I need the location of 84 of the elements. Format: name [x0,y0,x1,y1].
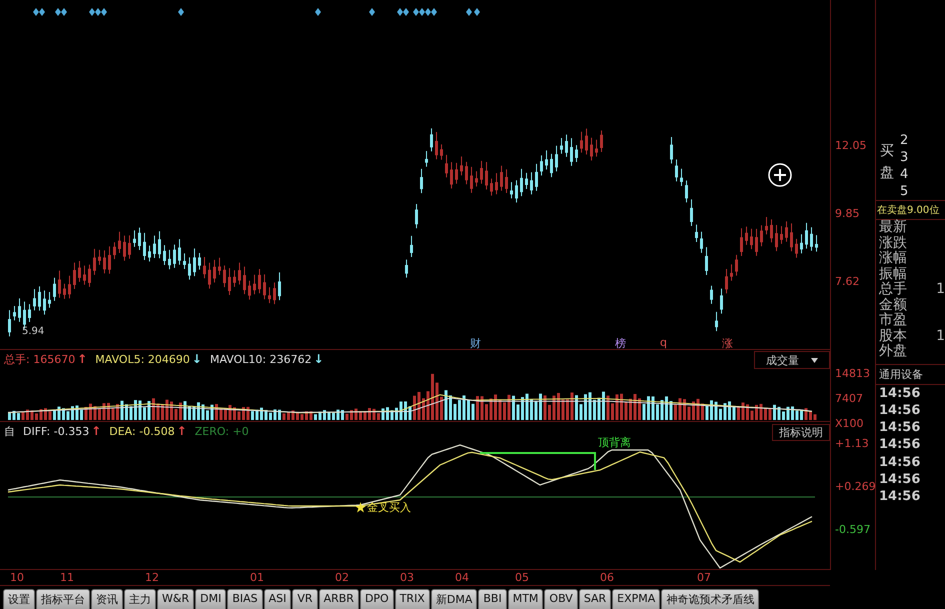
divergence-label: 顶背离 [598,435,631,450]
indicator-tab[interactable]: 新DMA [430,589,478,609]
buy-signal-label: 金叉买入 [367,500,411,515]
indicator-tab[interactable]: SAR [578,589,612,609]
date-label: 04 [455,571,469,584]
indicator-tab[interactable]: DMI [195,589,226,609]
trade-time: 14:56 [878,436,922,454]
order-level: 3 [900,149,908,166]
date-label: 07 [697,571,711,584]
axis-label: +0.269 [835,480,875,493]
indicator-reading: ZERO: +0 [194,424,249,438]
industry-label: 通用设备 [876,364,945,384]
date-label: 12 [145,571,159,584]
event-marker: 财 [470,336,481,351]
event-marker: q [660,336,667,349]
quote-label: 涨幅 [879,251,907,266]
axis-label: -0.597 [835,523,872,536]
trend-arrow: ↓ [192,352,202,366]
low-price-label: 5.94 [22,326,44,337]
trend-arrow: ↑ [91,424,102,438]
date-label: 06 [600,571,614,584]
indicator-tab[interactable]: 指标平台 [36,589,90,609]
indicator-tab[interactable]: 资讯 [91,589,123,609]
date-label: 01 [250,571,264,584]
order-level: 5 [900,183,908,200]
quote-label: 涨跌 [879,236,907,250]
indicator-tab[interactable]: TRIX [394,589,430,609]
indicator-help-button[interactable]: 指标说明 [772,424,830,441]
indicator-tab[interactable]: W&R [157,589,194,609]
quote-label: 总手 [879,282,907,297]
panel-prefix: 自 [4,424,15,438]
date-label: 10 [10,571,24,584]
indicator-reading: MAVOL10: 236762 [210,352,312,366]
axis-label: 7407 [835,392,864,405]
indicator-tab[interactable]: OBV [544,589,578,609]
quote-value: 1 [936,282,945,298]
indicator-tab[interactable]: 设置 [3,589,35,609]
axis-label: 9.85 [835,207,860,220]
date-label: 05 [515,571,529,584]
indicator-tab[interactable]: MTM [508,589,544,609]
indicator-dropdown[interactable]: 成交量 [754,351,830,369]
trade-time: 14:56 [878,384,922,402]
indicator-tab[interactable]: EXPMA [612,589,660,609]
axis-label: 7.62 [835,275,860,288]
order-level: 4 [900,166,908,183]
axis-label: 12.05 [835,139,868,152]
indicator-tab[interactable]: 主力 [124,589,156,609]
indicator-tab[interactable]: BIAS [227,589,263,609]
axis-label: X100 [835,417,865,430]
quote-label: 最新 [879,220,907,236]
indicator-tab[interactable]: ARBR [318,589,359,609]
event-marker: 榜 [615,336,626,351]
indicator-tab[interactable]: ASI [264,589,292,609]
quote-label: 市盈 [879,313,907,328]
buy-side-label: 买盘 [880,142,894,184]
quote-label: 外盘 [879,344,907,360]
trade-time: 14:56 [878,470,922,488]
quote-label: 振幅 [879,266,907,282]
axis-label: +1.13 [835,437,870,450]
indicator-tab[interactable]: VR [292,589,318,609]
indicator-reading: MAVOL5: 204690 [95,352,190,366]
axis-label: 14813 [835,367,871,380]
trade-time: 14:56 [878,419,922,436]
quote-label: 股本 [879,328,907,344]
date-label: 03 [400,571,414,584]
order-level: 2 [900,132,908,149]
order-status: 在卖盘9.00位 [876,200,945,220]
indicator-reading: DEA: -0.508 [109,424,175,438]
indicator-tab[interactable]: DPO [360,589,394,609]
date-label: 02 [335,571,349,584]
quote-label: 金额 [879,298,907,312]
indicator-reading: 总手: 165670 [4,352,76,366]
trade-time: 14:56 [878,402,922,420]
trade-time: 14:56 [878,454,922,471]
trade-time: 14:56 [878,488,922,506]
date-label: 11 [60,571,74,584]
trend-arrow: ↑ [176,424,187,438]
quote-value: 1 [936,328,945,344]
event-marker: 涨 [722,336,733,351]
trend-arrow: ↑ [77,352,88,366]
trend-arrow: ↓ [314,352,324,366]
indicator-tab[interactable]: 神奇诡预术矛盾线 [661,589,760,609]
indicator-tab[interactable]: BBI [478,589,507,609]
indicator-reading: DIFF: -0.353 [23,424,90,438]
